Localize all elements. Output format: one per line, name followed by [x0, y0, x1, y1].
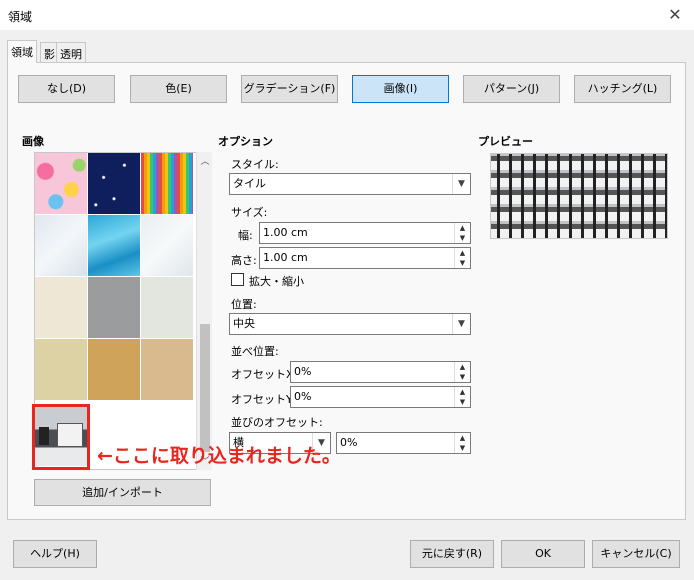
chevron-down-icon: ▼ [452, 174, 470, 194]
image-tile[interactable] [35, 215, 87, 276]
spin-up-icon[interactable]: ▲ [455, 433, 470, 443]
image-section-heading: 画像 [22, 135, 44, 148]
offset-x-label: オフセットX: [231, 368, 298, 381]
offset-x-value: 0% [294, 365, 312, 378]
cancel-button[interactable]: キャンセル(C) [592, 540, 680, 568]
height-label: 高さ: [231, 254, 257, 267]
tile-offset-label: 並びのオフセット: [231, 416, 323, 429]
add-import-button[interactable]: 追加/インポート [34, 479, 211, 506]
spin-up-icon[interactable]: ▲ [455, 387, 470, 397]
tile-offset-spinbox[interactable]: 0% ▲ ▼ [336, 432, 471, 454]
title-bar [0, 0, 694, 30]
height-spinbox[interactable]: 1.00 cm ▲ ▼ [259, 247, 471, 269]
fill-none-button[interactable]: なし(D) [18, 75, 115, 103]
image-tile[interactable] [35, 277, 87, 338]
gallery-scrollbar[interactable]: ︿ ﹀ [196, 152, 212, 470]
style-select-value: タイル [233, 177, 266, 190]
help-button[interactable]: ヘルプ(H) [13, 540, 97, 568]
ok-button[interactable]: OK [501, 540, 585, 568]
width-value: 1.00 cm [263, 226, 308, 239]
width-spinbox[interactable]: 1.00 cm ▲ ▼ [259, 222, 471, 244]
image-tile[interactable] [35, 153, 87, 214]
offset-y-value: 0% [294, 390, 312, 403]
options-heading: オプション [218, 135, 273, 148]
image-tile[interactable] [141, 277, 193, 338]
fill-hatching-button[interactable]: ハッチング(L) [574, 75, 671, 103]
scroll-up-icon[interactable]: ︿ [199, 154, 211, 167]
close-icon[interactable]: ✕ [663, 3, 687, 27]
image-tile[interactable] [141, 215, 193, 276]
offset-x-spinbox[interactable]: 0% ▲ ▼ [290, 361, 471, 383]
fill-gradient-button[interactable]: グラデーション(F) [241, 75, 338, 103]
scale-label: 拡大・縮小 [249, 275, 304, 288]
image-tile[interactable] [141, 339, 193, 400]
image-tile[interactable] [141, 153, 193, 214]
offset-y-label: オフセットY: [231, 393, 295, 406]
spin-down-icon[interactable]: ▼ [455, 233, 470, 243]
reset-button[interactable]: 元に戻す(R) [410, 540, 494, 568]
highlight-box [32, 404, 90, 470]
image-tile[interactable] [35, 339, 87, 400]
image-tile[interactable] [88, 339, 140, 400]
annotation-text: ←ここに取り込まれました。 [97, 445, 341, 467]
scroll-thumb[interactable] [200, 324, 210, 452]
position-select[interactable]: 中央 ▼ [229, 313, 471, 335]
tile-position-label: 並べ位置: [231, 345, 279, 358]
offset-y-spinbox[interactable]: 0% ▲ ▼ [290, 386, 471, 408]
window-title: 領域 [8, 10, 33, 24]
style-label: スタイル: [231, 158, 279, 171]
style-select[interactable]: タイル ▼ [229, 173, 471, 195]
size-label: サイズ: [231, 206, 268, 219]
tile-offset-value: 0% [340, 436, 358, 449]
image-tile[interactable] [88, 153, 140, 214]
position-label: 位置: [231, 298, 257, 311]
scale-checkbox[interactable] [231, 273, 244, 286]
height-value: 1.00 cm [263, 251, 308, 264]
fill-color-button[interactable]: 色(E) [130, 75, 227, 103]
spin-up-icon[interactable]: ▲ [455, 362, 470, 372]
preview-heading: プレビュー [478, 135, 533, 148]
tab-area[interactable]: 領域 [7, 40, 37, 63]
image-tile[interactable] [88, 215, 140, 276]
tab-transparency[interactable]: 透明 [56, 42, 86, 62]
spin-up-icon[interactable]: ▲ [455, 248, 470, 258]
width-label: 幅: [238, 229, 253, 242]
spin-up-icon[interactable]: ▲ [455, 223, 470, 233]
spin-down-icon[interactable]: ▼ [455, 372, 470, 382]
spin-down-icon[interactable]: ▼ [455, 443, 470, 453]
image-tile[interactable] [88, 277, 140, 338]
preview-image [490, 153, 668, 239]
fill-image-button[interactable]: 画像(I) [352, 75, 449, 103]
chevron-down-icon: ▼ [452, 314, 470, 334]
spin-down-icon[interactable]: ▼ [455, 258, 470, 268]
position-select-value: 中央 [233, 317, 255, 330]
fill-pattern-button[interactable]: パターン(J) [463, 75, 560, 103]
spin-down-icon[interactable]: ▼ [455, 397, 470, 407]
